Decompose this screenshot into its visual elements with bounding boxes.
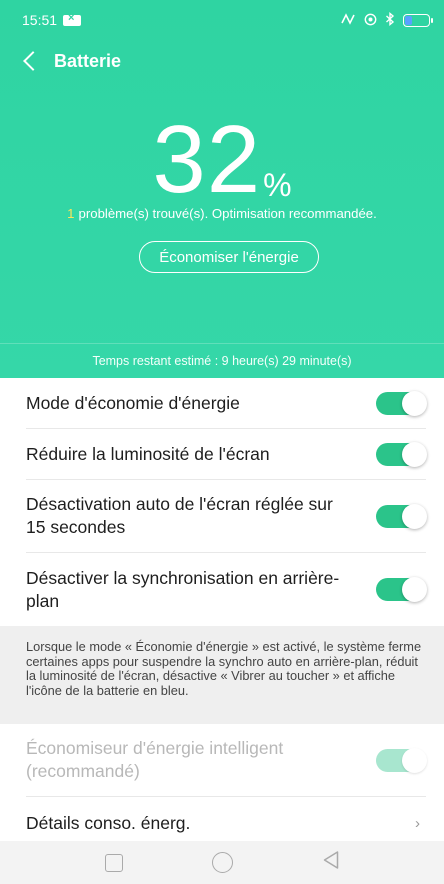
setting-label: Réduire la luminosité de l'écran <box>26 443 270 464</box>
setting-label: Détails conso. énerg. <box>26 812 191 833</box>
navigation-bar <box>0 841 444 884</box>
battery-fill <box>405 15 413 25</box>
setting-label: Économiseur d'énergie intelligent (recom… <box>26 738 284 781</box>
setting-label: Désactiver la synchronisation en arrière… <box>26 567 340 611</box>
bluetooth-icon <box>385 12 395 28</box>
settings-list: Mode d'économie d'énergie Réduire la lum… <box>0 378 444 849</box>
toggle-knob <box>402 441 427 467</box>
battery-percent-value: 32 <box>152 106 262 213</box>
title-bar: Batterie <box>0 40 444 82</box>
setting-reduce-brightness[interactable]: Réduire la luminosité de l'écran <box>26 429 427 480</box>
toggle-knob <box>402 503 427 529</box>
recent-apps-icon[interactable] <box>104 853 123 872</box>
status-bar: 15:51 <box>0 0 444 40</box>
back-icon[interactable] <box>322 850 340 875</box>
setting-disable-sync[interactable]: Désactiver la synchronisation en arrière… <box>26 553 427 626</box>
power-saving-toggle[interactable] <box>376 390 427 416</box>
setting-auto-screen-off[interactable]: Désactivation auto de l'écran réglée sur… <box>26 480 427 553</box>
setting-label: Mode d'économie d'énergie <box>26 392 240 413</box>
disable-sync-toggle[interactable] <box>376 577 427 602</box>
power-saving-info: Lorsque le mode « Économie d'énergie » e… <box>0 626 444 724</box>
battery-percent-unit: % <box>263 167 292 203</box>
save-energy-button[interactable]: Économiser l'énergie <box>139 241 319 273</box>
location-icon <box>364 13 377 28</box>
remaining-time: Temps restant estimé : 9 heure(s) 29 min… <box>0 343 444 378</box>
page-title: Batterie <box>54 50 122 71</box>
chevron-right-icon: › <box>415 814 420 832</box>
toggle-knob <box>402 577 427 602</box>
toggle-knob <box>402 747 427 773</box>
setting-label: Désactivation auto de l'écran réglée sur… <box>26 494 333 537</box>
mail-badge-icon <box>63 12 82 26</box>
smart-saver-toggle <box>376 747 427 773</box>
nfc-icon <box>340 13 356 27</box>
status-time: 15:51 <box>22 12 58 28</box>
home-icon[interactable] <box>211 852 233 873</box>
setting-smart-saver: Économiseur d'énergie intelligent (recom… <box>26 724 427 797</box>
problems-text: problème(s) trouvé(s). Optimisation reco… <box>78 206 377 221</box>
toggle-knob <box>402 390 427 416</box>
problems-message: 1 problème(s) trouvé(s). Optimisation rec… <box>0 206 444 221</box>
battery-icon <box>403 13 433 27</box>
battery-percent: 32% <box>0 110 444 210</box>
chevron-left-icon[interactable] <box>23 51 43 71</box>
problems-count: 1 <box>67 206 75 221</box>
auto-screen-off-toggle[interactable] <box>376 503 427 529</box>
battery-header: 15:51 Batterie 32% 1problème(s) trouvé(s… <box>0 0 444 378</box>
info-text: Lorsque le mode « Économie d'énergie » e… <box>26 639 422 698</box>
reduce-brightness-toggle[interactable] <box>376 441 427 467</box>
setting-power-saving[interactable]: Mode d'économie d'énergie <box>26 378 427 429</box>
